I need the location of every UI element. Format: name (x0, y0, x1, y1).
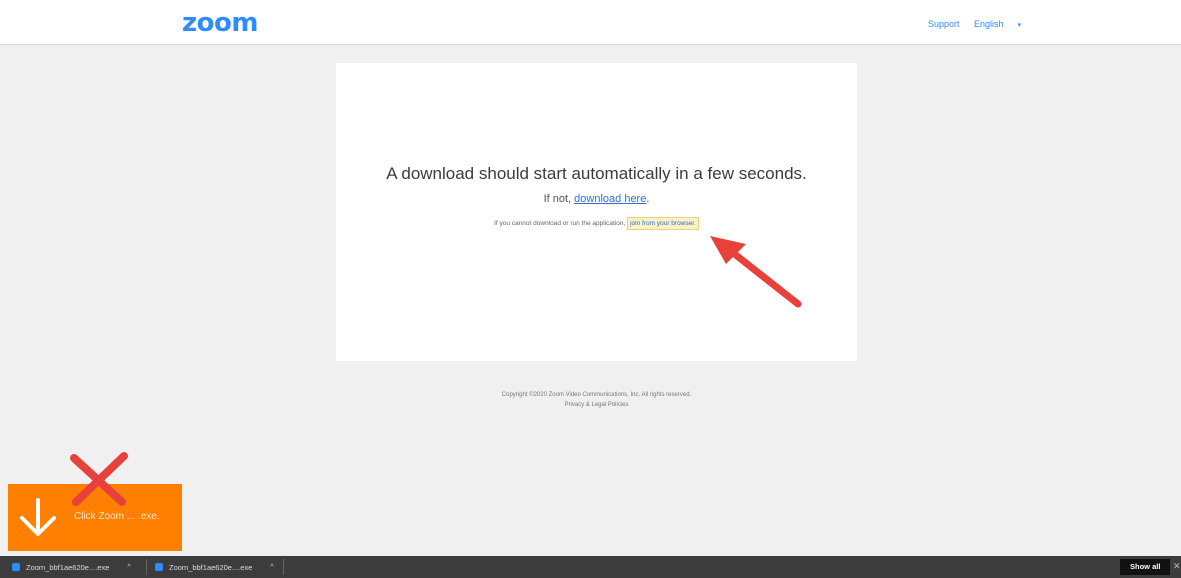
shelf-divider (283, 559, 284, 575)
download-item[interactable]: Zoom_bbf1ae620e....exe ^ (12, 556, 131, 578)
cross-icon (70, 452, 128, 506)
zoom-file-icon (155, 563, 163, 571)
chevron-up-icon[interactable]: ^ (270, 564, 273, 571)
shelf-divider (146, 559, 147, 575)
download-here-link[interactable]: download here (574, 193, 646, 205)
if-not-line: If not, download here. (336, 193, 857, 205)
language-label: English (974, 19, 1004, 29)
top-header: zoom Support English ▾ (0, 0, 1181, 45)
chevron-down-icon: ▾ (1017, 22, 1022, 29)
copyright-text: Copyright ©2020 Zoom Video Communication… (501, 392, 692, 398)
cannot-download-line: If you cannot download or run the applic… (336, 217, 857, 230)
language-dropdown[interactable]: English ▾ (974, 19, 1033, 29)
zoom-file-icon (12, 563, 20, 571)
footer-copyright: Copyright ©2020 Zoom Video Communication… (336, 390, 857, 410)
download-filename: Zoom_bbf1ae620e....exe (169, 562, 253, 572)
annotation-arrow-icon (710, 236, 802, 308)
top-nav: Support English ▾ (928, 19, 1045, 29)
download-arrow-icon (20, 498, 56, 536)
chevron-up-icon[interactable]: ^ (127, 564, 130, 571)
show-all-button[interactable]: Show all (1120, 559, 1171, 575)
download-filename: Zoom_bbf1ae620e....exe (26, 562, 110, 572)
join-from-browser-link[interactable]: join from your browser. (627, 217, 699, 230)
download-card: A download should start automatically in… (336, 63, 857, 361)
download-headline: A download should start automatically in… (386, 164, 807, 183)
if-not-suffix: . (646, 193, 650, 205)
downloads-shelf: Zoom_bbf1ae620e....exe ^ Zoom_bbf1ae620e… (0, 556, 1181, 578)
support-link[interactable]: Support (928, 19, 960, 29)
if-not-prefix: If not, (543, 193, 575, 205)
privacy-link[interactable]: Privacy & Legal Policies (336, 400, 857, 410)
close-icon[interactable]: ✕ (1173, 561, 1181, 572)
download-item[interactable]: Zoom_bbf1ae620e....exe ^ (155, 556, 274, 578)
cannot-prefix: If you cannot download or run the applic… (494, 220, 628, 227)
overlay-label: Click Zoom ... .exe. (74, 511, 160, 522)
zoom-logo[interactable]: zoom (182, 8, 258, 38)
